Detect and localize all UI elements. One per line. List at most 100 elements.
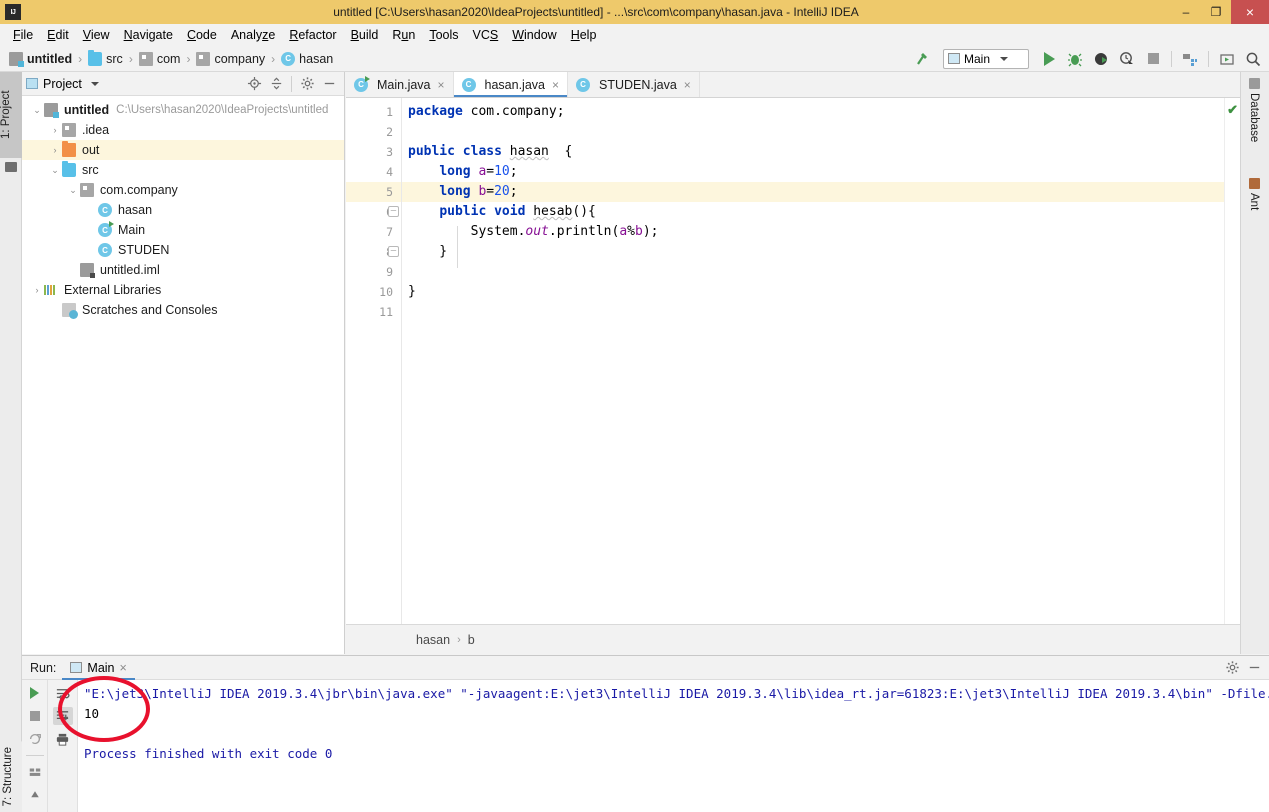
project-structure-icon[interactable]: [1178, 48, 1202, 70]
breadcrumb-item-com[interactable]: com: [136, 51, 184, 67]
close-icon[interactable]: ×: [438, 78, 445, 92]
line-number[interactable]: 3: [346, 142, 401, 162]
stop-icon[interactable]: [1141, 48, 1165, 70]
breadcrumb-item-src[interactable]: src: [85, 49, 126, 67]
tree-node-untitled-iml[interactable]: ›untitled.iml: [22, 260, 344, 280]
sidebar-item-database[interactable]: Database: [1248, 72, 1260, 148]
breadcrumb-item-hasan[interactable]: Chasan: [278, 51, 336, 67]
tree-node-com-company[interactable]: ⌄ com.company: [22, 180, 344, 200]
close-icon[interactable]: ×: [120, 661, 127, 675]
tab-studen-java[interactable]: C STUDEN.java ×: [568, 72, 700, 97]
tree-node-main[interactable]: ›CMain: [22, 220, 344, 240]
tab-main-java[interactable]: C Main.java ×: [346, 72, 454, 97]
hide-icon[interactable]: [1243, 657, 1265, 679]
menu-item-help[interactable]: Help: [564, 26, 604, 44]
rerun-failed-icon[interactable]: [25, 730, 45, 748]
line-number[interactable]: 1: [346, 102, 401, 122]
profile-icon[interactable]: [1115, 48, 1139, 70]
chevron-right-icon[interactable]: ›: [48, 140, 62, 160]
minimize-button[interactable]: –: [1171, 0, 1201, 24]
chevron-right-icon[interactable]: ›: [48, 120, 62, 140]
line-number[interactable]: 11: [346, 302, 401, 322]
chevron-down-icon[interactable]: ⌄: [66, 180, 80, 200]
tree-node-studen[interactable]: ›CSTUDEN: [22, 240, 344, 260]
favorites-icon[interactable]: [5, 162, 17, 172]
menu-item-analyze[interactable]: Analyze: [224, 26, 282, 44]
breadcrumb-item-class[interactable]: hasan: [416, 633, 450, 647]
console-line: "E:\jet3\IntelliJ IDEA 2019.3.4\jbr\bin\…: [84, 686, 1269, 701]
fold-marker[interactable]: –: [388, 206, 399, 217]
run-configuration-selector[interactable]: Main: [943, 48, 1029, 69]
tree-node-untitled[interactable]: ⌄ untitled C:\Users\hasan2020\IdeaProjects…: [22, 100, 344, 120]
collapse-all-icon[interactable]: [265, 73, 287, 95]
tree-node-label: out: [82, 143, 100, 157]
build-hammer-icon[interactable]: [911, 48, 935, 70]
line-number[interactable]: 10: [346, 282, 401, 302]
search-icon[interactable]: [1241, 48, 1265, 70]
soft-wrap-icon[interactable]: [53, 684, 73, 702]
java-class-runnable-icon: C: [98, 221, 114, 237]
chevron-right-icon[interactable]: ›: [30, 280, 44, 300]
settings-gear-icon[interactable]: [1221, 657, 1243, 679]
menu-item-tools[interactable]: Tools: [422, 26, 465, 44]
breadcrumb-item-field[interactable]: b: [468, 633, 475, 647]
code-viewport[interactable]: 1234567891011–– package com.company; pub…: [346, 98, 1240, 624]
sidebar-item-ant[interactable]: Ant: [1248, 172, 1260, 216]
close-icon[interactable]: ×: [684, 78, 691, 92]
line-number[interactable]: 2: [346, 122, 401, 142]
chevron-down-icon[interactable]: ⌄: [48, 160, 62, 180]
source-folder-icon: [88, 49, 103, 66]
debug-icon[interactable]: [1063, 48, 1087, 70]
menu-item-navigate[interactable]: Navigate: [117, 26, 180, 44]
menu-item-vcs[interactable]: VCS: [466, 26, 506, 44]
menu-item-file[interactable]: File: [6, 26, 40, 44]
tree-node-scratches-and-consoles[interactable]: ›Scratches and Consoles: [22, 300, 344, 320]
stop-icon[interactable]: [25, 707, 45, 725]
marker-gutter[interactable]: ✔: [1224, 98, 1240, 624]
rerun-icon[interactable]: [25, 684, 45, 702]
locate-icon[interactable]: [243, 73, 265, 95]
code-token: 10: [494, 164, 510, 179]
tree-node-hasan[interactable]: ›Chasan: [22, 200, 344, 220]
tree-node-out[interactable]: › out: [22, 140, 344, 160]
settings-gear-icon[interactable]: [296, 73, 318, 95]
breadcrumb-item-untitled[interactable]: untitled: [6, 51, 75, 67]
breadcrumb-item-company[interactable]: company: [193, 51, 268, 67]
run-icon[interactable]: [1037, 48, 1061, 70]
tree-node-src[interactable]: ⌄ src: [22, 160, 344, 180]
menu-item-window[interactable]: Window: [505, 26, 563, 44]
line-number[interactable]: 4: [346, 162, 401, 182]
layout-icon[interactable]: [25, 763, 45, 781]
code-token: .println(: [548, 224, 620, 239]
run-with-coverage-icon[interactable]: [1089, 48, 1113, 70]
close-button[interactable]: ×: [1231, 0, 1269, 24]
menu-item-view[interactable]: View: [76, 26, 117, 44]
select-in-icon[interactable]: [1215, 48, 1239, 70]
menu-item-build[interactable]: Build: [344, 26, 386, 44]
sidebar-item-structure[interactable]: 7: Structure: [0, 740, 22, 812]
menu-item-run[interactable]: Run: [385, 26, 422, 44]
tab-hasan-java[interactable]: Chasan.java ×: [453, 72, 568, 97]
up-icon[interactable]: [25, 786, 45, 804]
maximize-button[interactable]: ❐: [1201, 0, 1231, 24]
print-icon[interactable]: [53, 730, 73, 748]
menu-item-code[interactable]: Code: [180, 26, 224, 44]
close-icon[interactable]: ×: [552, 78, 559, 92]
run-tab-main[interactable]: Main ×: [62, 656, 136, 680]
scroll-to-end-icon[interactable]: [52, 707, 73, 725]
line-number[interactable]: 9: [346, 262, 401, 282]
menu-item-refactor[interactable]: Refactor: [282, 26, 343, 44]
tree-node-external-libraries[interactable]: › External Libraries: [22, 280, 344, 300]
tree-node--idea[interactable]: › .idea: [22, 120, 344, 140]
tree-node-label: hasan: [118, 203, 153, 217]
line-number[interactable]: 7: [346, 222, 401, 242]
project-panel-title-group[interactable]: Project: [26, 77, 99, 91]
chevron-down-icon[interactable]: ⌄: [30, 100, 44, 120]
hide-icon[interactable]: [318, 73, 340, 95]
sidebar-item-project[interactable]: 1: Project: [0, 72, 22, 158]
console-output[interactable]: "E:\jet3\IntelliJ IDEA 2019.3.4\jbr\bin\…: [78, 680, 1269, 812]
line-number[interactable]: 5: [346, 182, 401, 202]
fold-marker[interactable]: –: [388, 246, 399, 257]
code-text[interactable]: package com.company; public class hasan …: [402, 98, 1240, 624]
menu-item-edit[interactable]: Edit: [40, 26, 76, 44]
